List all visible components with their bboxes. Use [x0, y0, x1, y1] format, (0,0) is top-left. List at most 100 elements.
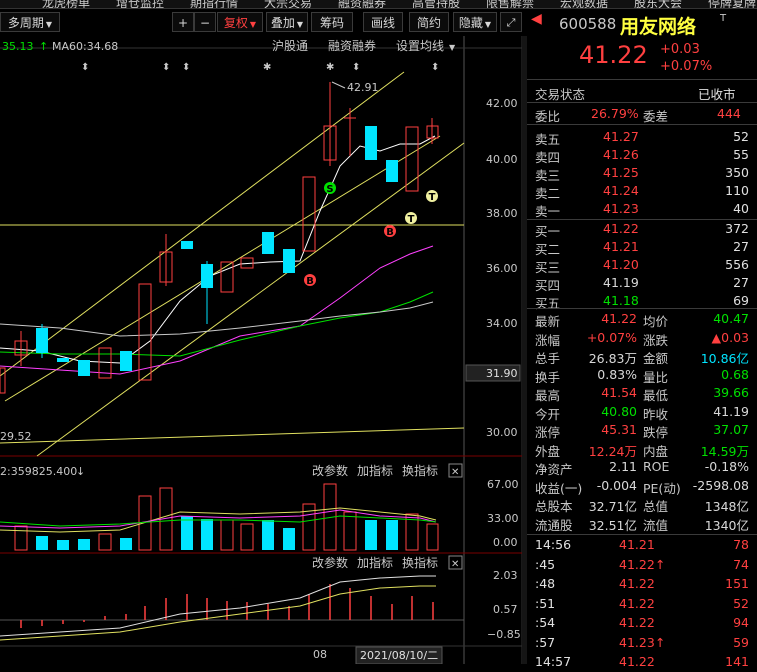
up-arrow-icon: ↑ — [39, 40, 48, 53]
stat-row: 总股本 32.71亿 总值 1348亿 — [527, 496, 749, 514]
bid-price: 41.18 — [603, 293, 639, 308]
ma-value: 35.13 — [2, 40, 34, 53]
hide-dropdown[interactable]: 隐藏 ▼ — [453, 12, 497, 32]
ask-row[interactable]: 卖三 41.25 350 — [527, 165, 749, 183]
ask-label: 卖一 — [535, 204, 561, 219]
volume-add-indicator-link[interactable]: 加指标 — [357, 463, 393, 478]
volume-tick: 0.00 — [493, 536, 518, 549]
weibi-row: 委比 26.79% 委差 444 — [527, 106, 749, 124]
bid-row[interactable]: 买二 41.21 27 — [527, 239, 749, 257]
chips-button[interactable]: 筹码 — [311, 12, 353, 32]
stat-value: 32.51亿 — [588, 517, 637, 533]
menu-item[interactable]: 股东大会 — [634, 0, 682, 8]
tick-row: :57 41.23 ↑ 59 — [527, 635, 749, 653]
stat-label: 最新 — [535, 314, 561, 329]
macd-add-indicator-link[interactable]: 加指标 — [357, 555, 393, 570]
current-price-value: 31.90 — [486, 367, 518, 380]
tick-row: :45 41.22 ↑ 74 — [527, 557, 749, 575]
zoom-out-button[interactable]: − — [194, 12, 216, 32]
volume-edit-params-link[interactable]: 改参数 — [312, 463, 348, 478]
stat-label: 金额 — [643, 351, 669, 366]
tick-time: 14:56 — [535, 537, 572, 552]
stat-row: 今开 40.80 昨收 41.19 — [527, 404, 749, 422]
stat-label: 外盘 — [535, 443, 561, 459]
ask-price: 41.23 — [603, 201, 639, 216]
bid-row[interactable]: 买四 41.19 27 — [527, 275, 749, 293]
stock-badge: T — [720, 13, 727, 24]
ask-volume: 52 — [733, 129, 749, 144]
stat-row: 总手 26.83万 金额 10.86亿 — [527, 348, 749, 366]
ma-settings-link[interactable]: 设置均线 — [396, 39, 444, 53]
price-change-pct: +0.07% — [660, 59, 713, 74]
zoom-in-button[interactable]: + — [172, 12, 194, 32]
stat-label: 最低 — [643, 388, 669, 403]
volume-axis: 67.00 33.00 0.00 — [487, 478, 519, 549]
ask-row[interactable]: 卖一 41.23 40 — [527, 201, 749, 219]
menu-item[interactable]: 高管持股 — [412, 0, 460, 8]
menu-item[interactable]: 限售解禁 — [486, 0, 534, 8]
macd-axis: 2.03 0.57 −0.85 — [487, 569, 521, 641]
close-icon: ✕ — [451, 559, 459, 570]
volume-switch-indicator-link[interactable]: 换指标 — [402, 463, 438, 478]
fuquan-dropdown[interactable]: 复权 ▼ — [217, 12, 263, 32]
stat-value: 0.68 — [721, 366, 749, 382]
tick-volume: 141 — [725, 654, 749, 669]
bid-label: 买五 — [535, 296, 561, 311]
stock-code: 600588 — [559, 15, 617, 33]
expand-icon[interactable]: ⤢ — [500, 12, 522, 32]
margin-trading-link[interactable]: 融资融券 — [328, 38, 376, 53]
event-marker[interactable]: ✱ — [326, 62, 334, 73]
ask-price: 41.24 — [603, 183, 639, 198]
event-marker[interactable]: ⬍ — [431, 62, 439, 73]
event-marker[interactable]: ✱ — [263, 62, 271, 73]
event-marker[interactable]: ⬍ — [81, 62, 89, 73]
event-marker[interactable]: ⬍ — [182, 62, 190, 73]
period-dropdown[interactable]: 多周期 ▼ — [0, 12, 60, 32]
chevron-down-icon: ▼ — [249, 20, 257, 29]
tick-row: 14:57 41.22 141 — [527, 654, 749, 672]
ask-price: 41.25 — [603, 165, 639, 180]
fuquan-label: 复权 — [223, 16, 248, 30]
stat-label: ROE — [643, 459, 670, 474]
stat-label: 跌停 — [643, 425, 669, 440]
event-markers: ⬍ ⬍ ⬍ ✱ ✱ ⬍ ⬍ — [81, 62, 439, 73]
stat-row: 净资产 2.11 ROE -0.18% — [527, 459, 749, 477]
chevron-down-icon: ▼ — [484, 20, 492, 29]
ask-row[interactable]: 卖五 41.27 52 — [527, 129, 749, 147]
stat-value: 2.11 — [609, 459, 637, 474]
menu-item[interactable]: 龙虎榜单 — [42, 0, 90, 8]
hugutong-link[interactable]: 沪股通 — [272, 39, 308, 53]
overlay-dropdown[interactable]: 叠加 ▼ — [266, 12, 308, 32]
tick-row: :48 41.22 151 — [527, 576, 749, 594]
menu-item[interactable]: 宏观数据 — [560, 0, 608, 8]
close-icon: ✕ — [451, 467, 459, 478]
more-icon[interactable]: ◀ — [531, 11, 542, 27]
stat-label: 量比 — [643, 369, 669, 385]
kline-chart[interactable]: 35.13 ↑ MA60:34.68 沪股通 融资融券 设置均线 ▼ ⬍ ⬍ ⬍… — [0, 36, 525, 664]
bid-row[interactable]: 买三 41.20 556 — [527, 257, 749, 275]
simple-mode-button[interactable]: 简约 — [409, 12, 449, 32]
menu-item[interactable]: 期指行情 — [190, 0, 238, 8]
event-marker[interactable]: ⬍ — [162, 62, 170, 73]
stat-label: 今开 — [535, 406, 561, 422]
stat-label: 换手 — [535, 369, 561, 385]
macd-switch-indicator-link[interactable]: 换指标 — [402, 555, 438, 570]
stat-value: 45.31 — [601, 422, 637, 437]
event-marker[interactable]: ⬍ — [352, 62, 360, 73]
menu-item[interactable]: 增仓监控 — [116, 0, 164, 8]
draw-line-button[interactable]: 画线 — [363, 12, 403, 32]
menu-item[interactable]: 大宗交易 — [264, 0, 312, 8]
ask-row[interactable]: 卖四 41.26 55 — [527, 147, 749, 165]
macd-edit-params-link[interactable]: 改参数 — [312, 555, 348, 570]
menu-item[interactable]: 停牌复牌 — [708, 0, 756, 8]
bid-row[interactable]: 买一 41.22 372 — [527, 221, 749, 239]
stat-value: 1340亿 — [704, 517, 749, 533]
stat-label: 总手 — [535, 351, 561, 366]
stock-name[interactable]: 用友网络 — [620, 12, 696, 39]
bid-label: 买三 — [535, 260, 561, 275]
bid-volume: 27 — [733, 239, 749, 254]
menu-item[interactable]: 融资融券 — [338, 0, 386, 8]
stat-value: 40.80 — [601, 403, 637, 419]
ask-row[interactable]: 卖二 41.24 110 — [527, 183, 749, 201]
chevron-down-icon: ▼ — [296, 20, 304, 29]
